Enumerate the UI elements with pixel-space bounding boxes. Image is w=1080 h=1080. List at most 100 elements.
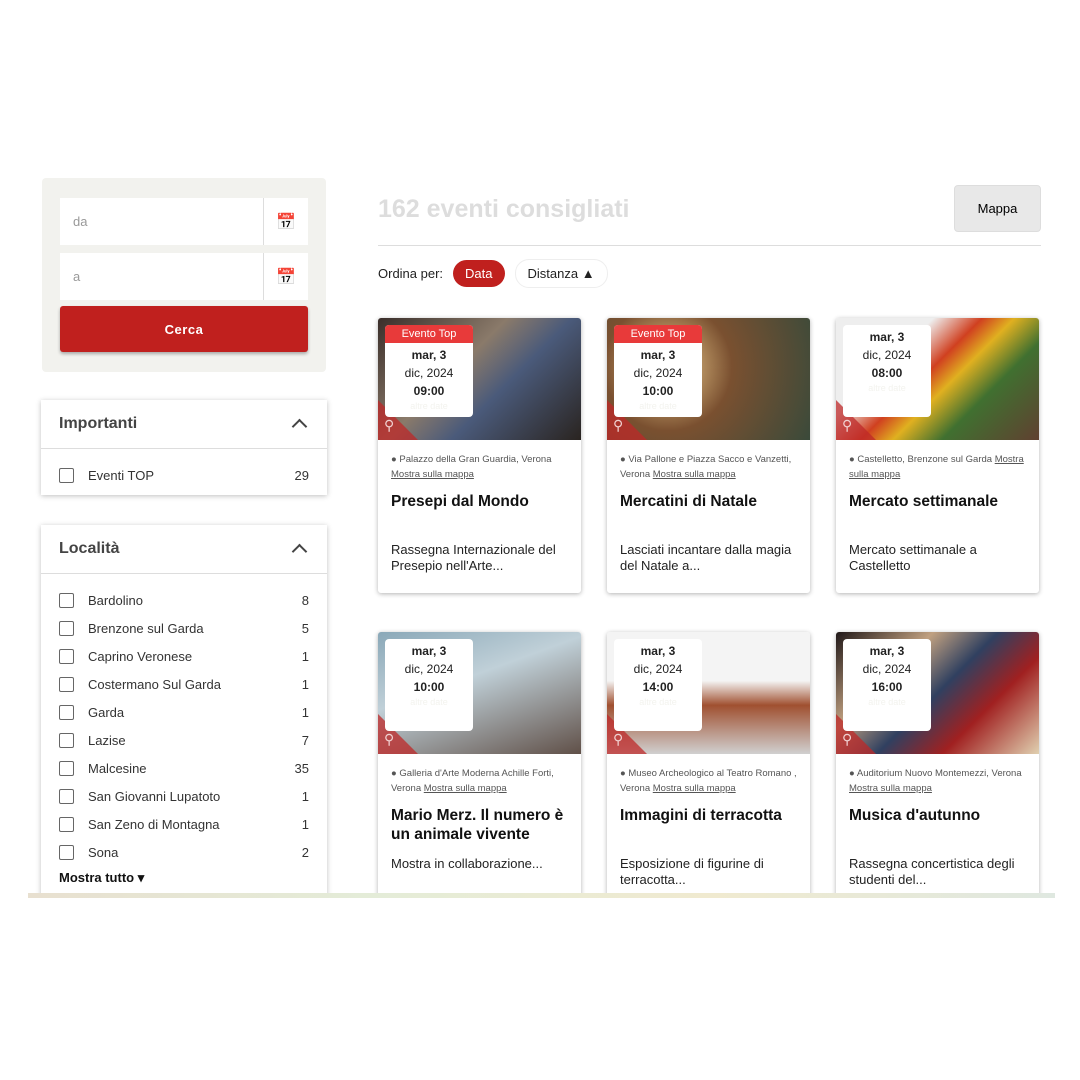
option-label: Brenzone sul Garda (88, 620, 204, 636)
sort-distance-button[interactable]: Distanza ▲ (514, 259, 608, 288)
filter-option[interactable]: Bardolino 8 (41, 586, 327, 614)
event-card[interactable]: ⚲ mar, 3 dic, 2024 08:00 altre date ● Ca… (836, 318, 1039, 593)
filter-option[interactable]: Malcesine 35 (41, 754, 327, 782)
date-search-box: da 📅 a 📅 Cerca (42, 178, 326, 372)
filter-option[interactable]: Garda 1 (41, 698, 327, 726)
event-title[interactable]: Mario Merz. Il numero è un animale viven… (378, 796, 581, 856)
more-dates-link[interactable]: altre date (843, 697, 931, 707)
filter-option[interactable]: Caprino Veronese 1 (41, 642, 327, 670)
event-day: mar, 3 (869, 330, 905, 344)
option-label: Lazise (88, 732, 126, 748)
option-count: 5 (301, 620, 309, 636)
event-image[interactable]: ⚲ mar, 3 dic, 2024 14:00 altre date (607, 632, 810, 754)
more-dates-link[interactable]: altre date (385, 697, 473, 707)
more-dates-link[interactable]: altre date (614, 697, 702, 707)
option-label: San Giovanni Lupatoto (88, 788, 221, 804)
event-image[interactable]: ⚲ mar, 3 dic, 2024 08:00 altre date (836, 318, 1039, 440)
checkbox[interactable] (59, 648, 74, 664)
filter-location: Località Bardolino 8 Brenzone sul Garda 5 Ca… (41, 525, 327, 894)
event-image[interactable]: ⚲ mar, 3 dic, 2024 16:00 altre date (836, 632, 1039, 754)
more-dates-link[interactable]: altre date (843, 383, 931, 393)
filter-option[interactable]: San Giovanni Lupatoto 1 (41, 782, 327, 810)
event-image[interactable]: ⚲ Evento Top mar, 3 dic, 2024 09:00 altr… (378, 318, 581, 440)
checkbox[interactable] (59, 760, 74, 776)
checkbox[interactable] (59, 816, 74, 832)
search-button[interactable]: Cerca (60, 306, 308, 352)
sort-date-button[interactable]: Data (453, 260, 505, 287)
event-image[interactable]: ⚲ Evento Top mar, 3 dic, 2024 10:00 altr… (607, 318, 810, 440)
option-label: Malcesine (88, 760, 147, 776)
show-on-map-link[interactable]: Mostra sulla mappa (653, 469, 736, 480)
zoom-icon[interactable]: ⚲ (613, 731, 623, 748)
filter-header[interactable]: Importanti (41, 400, 327, 449)
show-all-link[interactable]: Mostra tutto ▾ (41, 866, 327, 894)
event-title[interactable]: Musica d'autunno (836, 796, 1039, 856)
zoom-icon[interactable]: ⚲ (613, 417, 623, 434)
option-label: Sona (88, 844, 119, 860)
event-title[interactable]: Presepi dal Mondo (378, 482, 581, 542)
option-label: Bardolino (88, 592, 143, 608)
zoom-icon[interactable]: ⚲ (842, 417, 852, 434)
calendar-icon[interactable]: 📅 (263, 198, 308, 245)
filter-option[interactable]: San Zeno di Montagna 1 (41, 810, 327, 838)
event-title[interactable]: Mercatini di Natale (607, 482, 810, 542)
event-card[interactable]: ⚲ mar, 3 dic, 2024 10:00 altre date ● Ga… (378, 632, 581, 894)
filter-option[interactable]: Costermano Sul Garda 1 (41, 670, 327, 698)
checkbox[interactable] (59, 732, 74, 748)
more-dates-link[interactable]: altre date (385, 401, 473, 411)
filter-header[interactable]: Località (41, 525, 327, 574)
show-on-map-link[interactable]: Mostra sulla mappa (424, 783, 507, 794)
option-count: 2 (301, 844, 309, 860)
checkbox[interactable] (59, 592, 74, 608)
chevron-up-icon[interactable] (291, 543, 308, 560)
event-card[interactable]: ⚲ mar, 3 dic, 2024 14:00 altre date ● Mu… (607, 632, 810, 894)
event-card[interactable]: ⚲ mar, 3 dic, 2024 16:00 altre date ● Au… (836, 632, 1039, 894)
event-description: Mercato settimanale a Castelletto (849, 542, 977, 573)
filter-option[interactable]: Brenzone sul Garda 5 (41, 614, 327, 642)
to-date-input[interactable]: a (60, 253, 263, 300)
show-on-map-link[interactable]: Mostra sulla mappa (653, 783, 736, 794)
filter-important: Importanti Eventi TOP 29 (41, 400, 327, 495)
option-label: Costermano Sul Garda (88, 676, 221, 692)
from-date-input[interactable]: da (60, 198, 263, 245)
checkbox[interactable] (59, 844, 74, 860)
event-day: mar, 3 (640, 348, 676, 362)
option-label: San Zeno di Montagna (88, 816, 220, 832)
date-box: mar, 3 dic, 2024 14:00 altre date (614, 639, 702, 731)
filter-option[interactable]: Sona 2 (41, 838, 327, 866)
sort-bar: Ordina per: Data Distanza ▲ (378, 259, 608, 288)
show-on-map-link[interactable]: Mostra sulla mappa (391, 469, 474, 480)
event-month: dic, 2024 (862, 348, 912, 362)
more-dates-link[interactable]: altre date (614, 401, 702, 411)
event-location: ● Via Pallone e Piazza Sacco e Vanzetti,… (607, 440, 810, 482)
event-month: dic, 2024 (404, 366, 454, 380)
top-event-badge: Evento Top (614, 325, 702, 343)
event-description: Esposizione di figurine di terracotta... (620, 856, 764, 887)
event-card[interactable]: ⚲ Evento Top mar, 3 dic, 2024 09:00 altr… (378, 318, 581, 593)
to-date-field[interactable]: a 📅 (60, 253, 308, 300)
checkbox[interactable] (59, 467, 74, 483)
top-event-badge: Evento Top (385, 325, 473, 343)
show-on-map-link[interactable]: Mostra sulla mappa (849, 783, 932, 794)
from-date-field[interactable]: da 📅 (60, 198, 308, 245)
pin-icon: ● (620, 454, 626, 465)
checkbox[interactable] (59, 704, 74, 720)
event-title[interactable]: Mercato settimanale (836, 482, 1039, 542)
event-card[interactable]: ⚲ Evento Top mar, 3 dic, 2024 10:00 altr… (607, 318, 810, 593)
checkbox[interactable] (59, 620, 74, 636)
map-button[interactable]: Mappa (954, 185, 1041, 232)
checkbox[interactable] (59, 788, 74, 804)
zoom-icon[interactable]: ⚲ (384, 731, 394, 748)
pin-icon: ● (849, 768, 855, 779)
chevron-up-icon[interactable] (291, 418, 308, 435)
event-image[interactable]: ⚲ mar, 3 dic, 2024 10:00 altre date (378, 632, 581, 754)
zoom-icon[interactable]: ⚲ (842, 731, 852, 748)
zoom-icon[interactable]: ⚲ (384, 417, 394, 434)
event-title[interactable]: Immagini di terracotta (607, 796, 810, 856)
checkbox[interactable] (59, 676, 74, 692)
event-month: dic, 2024 (862, 662, 912, 676)
event-time: 10:00 (642, 384, 674, 398)
calendar-icon[interactable]: 📅 (263, 253, 308, 300)
filter-option[interactable]: Eventi TOP 29 (41, 461, 327, 489)
filter-option[interactable]: Lazise 7 (41, 726, 327, 754)
